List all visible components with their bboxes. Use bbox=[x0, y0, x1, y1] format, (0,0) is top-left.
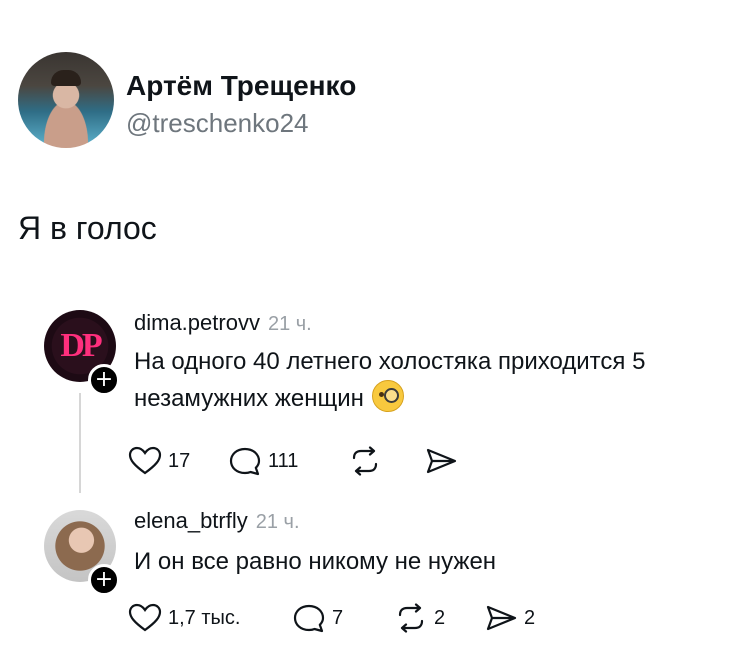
reply-count: 7 bbox=[332, 606, 344, 629]
comment-text-line: незамужних женщин bbox=[134, 380, 404, 417]
share-button[interactable] bbox=[424, 446, 458, 476]
like-button[interactable]: 17 bbox=[128, 446, 190, 476]
reply-count: 111 bbox=[268, 449, 299, 472]
comment-time: 21 ч. bbox=[255, 511, 300, 533]
heart-icon bbox=[128, 446, 162, 475]
comment-bubble-icon bbox=[229, 447, 261, 476]
repost-count: 2 bbox=[434, 606, 446, 629]
reply-button[interactable]: 111 bbox=[228, 446, 298, 476]
like-button[interactable]: 1,7 тыс. bbox=[128, 603, 240, 633]
comment-bubble-icon bbox=[293, 604, 325, 633]
comment-time: 21 ч. bbox=[267, 313, 312, 335]
username[interactable]: elena_btrfly bbox=[134, 508, 248, 533]
reply-button[interactable]: 7 bbox=[292, 603, 343, 633]
send-icon bbox=[486, 605, 517, 631]
comment-username[interactable]: dima.petrovv 21 ч. bbox=[134, 310, 312, 336]
author-handle[interactable]: @treschenko24 bbox=[126, 108, 309, 139]
like-count: 1,7 тыс. bbox=[168, 606, 241, 629]
repost-icon bbox=[398, 603, 424, 633]
comment-username[interactable]: elena_btrfly 21 ч. bbox=[134, 508, 300, 534]
post-text: Я в голос bbox=[18, 210, 157, 246]
repost-icon bbox=[352, 446, 378, 476]
follow-plus-button[interactable]: + bbox=[88, 564, 120, 596]
author-name[interactable]: Артём Трещенко bbox=[126, 70, 356, 102]
username[interactable]: dima.petrovv bbox=[134, 310, 260, 335]
repost-button[interactable] bbox=[348, 446, 382, 476]
face-with-monocle-emoji bbox=[371, 380, 404, 412]
comment-text: И он все равно никому не нужен bbox=[134, 548, 497, 575]
comment-text-line: На одного 40 летнего холостяка приходитс… bbox=[134, 348, 646, 375]
share-button[interactable]: 2 bbox=[484, 603, 535, 633]
follow-plus-button[interactable]: + bbox=[88, 364, 120, 396]
avatar-logo-text: DP bbox=[60, 327, 102, 364]
repost-button[interactable]: 2 bbox=[394, 603, 445, 633]
author-avatar[interactable] bbox=[18, 52, 114, 148]
like-count: 17 bbox=[168, 449, 191, 472]
thread-connector-line bbox=[79, 393, 81, 493]
send-icon bbox=[426, 448, 457, 474]
share-count: 2 bbox=[524, 606, 536, 629]
heart-icon bbox=[128, 603, 162, 632]
